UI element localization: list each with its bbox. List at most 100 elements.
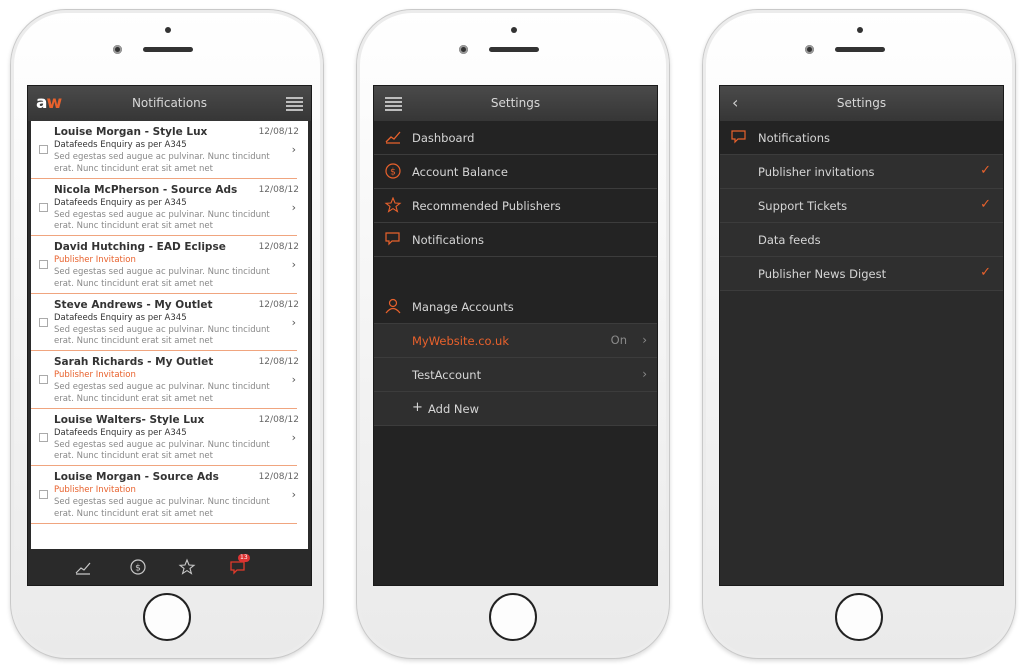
option-support-tickets[interactable]: Support Tickets ✓ (720, 189, 1003, 223)
menu-item-account-balance[interactable]: $ Account Balance (374, 155, 657, 189)
account-status: On (610, 333, 627, 347)
phone-frame-notifications: aw Notifications Louise Morgan - Style L… (10, 9, 324, 659)
checkbox[interactable] (39, 432, 48, 442)
sender-name: Nicola McPherson - Source Ads (54, 183, 238, 196)
home-button[interactable] (143, 593, 191, 641)
tab-bar: $ 13 (28, 549, 311, 585)
preview-text: Sed egestas sed augue ac pulvinar. Nunc … (54, 152, 270, 174)
manage-accounts-header: Manage Accounts (374, 290, 657, 324)
dollar-icon[interactable]: $ (129, 558, 147, 576)
menu-item-dashboard[interactable]: Dashboard (374, 121, 657, 155)
subject: Datafeeds Enquiry as per A345 (54, 140, 187, 150)
chat-icon (730, 129, 748, 145)
chevron-right-icon: › (642, 367, 647, 381)
checkbox[interactable] (39, 375, 48, 384)
option-data-feeds[interactable]: Data feeds (720, 223, 1003, 257)
subject: Datafeeds Enquiry as per A345 (54, 197, 187, 208)
chevron-right-icon: › (291, 373, 296, 386)
chart-icon (384, 129, 402, 145)
page-title: Settings (836, 96, 887, 110)
add-new-label: Add New (428, 402, 480, 416)
menu-item-recommended-publishers[interactable]: Recommended Publishers (374, 189, 657, 223)
header: Settings (374, 86, 657, 121)
section-label: Notifications (758, 131, 830, 145)
menu-item-label: Notifications (412, 233, 484, 247)
notification-item[interactable]: Nicola McPherson - Source Ads 12/08/12 Dat… (31, 179, 299, 236)
header: ‹ Settings (720, 86, 1003, 121)
sender-name: Louise Morgan - Source Ads (54, 471, 219, 483)
chart-icon[interactable] (74, 558, 92, 576)
preview-text: Sed egestas sed augue ac pulvinar. Nunc … (54, 209, 270, 232)
settings-screen: Settings Dashboard $ Account Balance Rec… (373, 85, 658, 586)
notification-item[interactable]: Louise Morgan - Source Ads 12/08/12 Publis… (31, 466, 299, 524)
option-publisher-invitations[interactable]: Publisher invitations ✓ (720, 155, 1003, 189)
front-camera (459, 45, 468, 54)
sender-name: Louise Walters- Style Lux (54, 413, 205, 426)
option-publisher-news-digest[interactable]: Publisher News Digest ✓ (720, 257, 1003, 291)
menu-icon[interactable] (286, 97, 303, 111)
account-row-testaccount[interactable]: TestAccount › (374, 358, 657, 392)
menu-item-notifications[interactable]: Notifications (374, 223, 657, 257)
dollar-icon: $ (384, 163, 402, 179)
chevron-right-icon: › (291, 315, 296, 329)
date: 12/08/12 (258, 357, 299, 367)
notification-item[interactable]: David Hutching - EAD Eclipse 12/08/12 Publ… (31, 236, 299, 294)
sender-name: Steve Andrews - My Outlet (54, 298, 213, 311)
checkbox[interactable] (39, 490, 48, 499)
checkbox[interactable] (39, 317, 48, 327)
notification-list: Louise Morgan - Style Lux 12/08/12 Datafee… (31, 121, 308, 549)
page-title: Settings (490, 96, 541, 110)
star-icon[interactable] (178, 558, 196, 576)
home-button[interactable] (835, 593, 883, 641)
manage-accounts-label: Manage Accounts (412, 300, 514, 314)
earpiece-speaker (835, 47, 885, 52)
preview-text: Sed egestas sed augue ac pulvinar. Nunc … (54, 267, 270, 289)
chat-icon[interactable]: 13 (229, 554, 250, 576)
proximity-sensor (511, 27, 517, 33)
preview-text: Sed egestas sed augue ac pulvinar. Nunc … (54, 382, 270, 404)
checkbox[interactable] (39, 145, 48, 154)
account-row-mywebsite[interactable]: MyWebsite.co.uk On › (374, 324, 657, 358)
option-label: Publisher News Digest (758, 267, 887, 281)
chevron-right-icon: › (291, 488, 296, 501)
account-name: TestAccount (412, 368, 482, 382)
phone-frame-notification-settings: ‹ Settings Notifications Publisher invit… (702, 9, 1016, 659)
menu-item-label: Dashboard (412, 131, 475, 145)
notification-badge: 13 (238, 554, 250, 562)
option-label: Data feeds (758, 233, 821, 247)
date: 12/08/12 (258, 299, 299, 310)
notification-item[interactable]: Sarah Richards - My Outlet 12/08/12 Publis… (31, 351, 299, 409)
svg-text:$: $ (390, 168, 396, 178)
page-title: Notifications (131, 96, 208, 110)
add-new-button[interactable]: + Add New (374, 392, 657, 426)
chat-icon (384, 231, 402, 247)
proximity-sensor (857, 27, 863, 33)
option-label: Publisher invitations (758, 165, 875, 179)
notifications-screen: aw Notifications Louise Morgan - Style L… (27, 85, 312, 586)
settings-panel: Dashboard $ Account Balance Recommended … (374, 121, 657, 585)
subject: Datafeeds Enquiry as per A345 (54, 312, 187, 323)
checkmark-icon: ✓ (980, 265, 991, 280)
notifications-section-header: Notifications (720, 121, 1003, 155)
checkbox[interactable] (39, 202, 48, 212)
phone-frame-settings: Settings Dashboard $ Account Balance Rec… (356, 9, 670, 659)
checkmark-icon: ✓ (980, 197, 991, 212)
date: 12/08/12 (258, 472, 299, 482)
home-button[interactable] (489, 593, 537, 641)
option-label: Support Tickets (758, 199, 848, 213)
notification-item[interactable]: Steve Andrews - My Outlet 12/08/12 Datafee… (31, 294, 299, 351)
date: 12/08/12 (258, 414, 299, 425)
notification-item[interactable]: Louise Morgan - Style Lux 12/08/12 Datafee… (31, 121, 299, 179)
checkbox[interactable] (39, 260, 48, 269)
chevron-right-icon: › (291, 258, 296, 271)
date: 12/08/12 (258, 184, 299, 195)
preview-text: Sed egestas sed augue ac pulvinar. Nunc … (54, 324, 270, 347)
star-icon (384, 196, 402, 213)
subject: Publisher Invitation (54, 255, 136, 265)
proximity-sensor (165, 27, 171, 33)
notification-item[interactable]: Louise Walters- Style Lux 12/08/12 Datafee… (31, 409, 299, 466)
subject: Publisher Invitation (54, 370, 136, 380)
plus-icon: + (412, 400, 423, 415)
sender-name: David Hutching - EAD Eclipse (54, 241, 226, 253)
